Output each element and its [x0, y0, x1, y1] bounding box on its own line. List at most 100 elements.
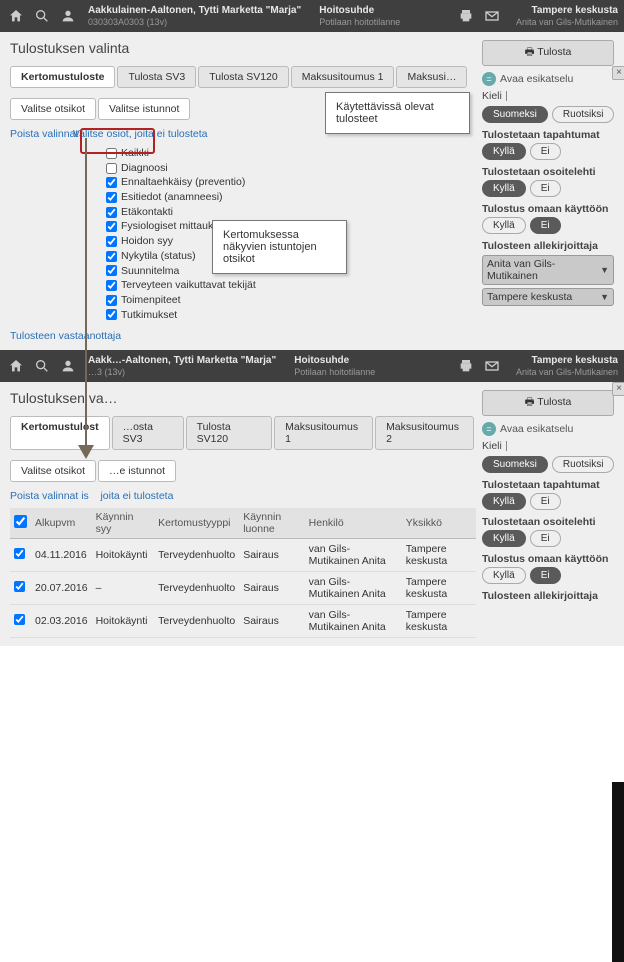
row-checkbox[interactable]	[14, 614, 25, 625]
relation-sub: Potilaan hoitotilanne	[319, 17, 400, 27]
search-icon[interactable]	[32, 356, 52, 376]
tab-kertomustuloste[interactable]: Kertomustuloste	[10, 66, 115, 88]
osoite-no-2[interactable]: Ei	[530, 530, 561, 547]
mail-icon[interactable]	[482, 6, 502, 26]
tab-maksu1[interactable]: Maksusitoumus 1	[291, 66, 395, 88]
printer-icon[interactable]	[456, 6, 476, 26]
table-row[interactable]: 02.03.2016HoitokäyntiTerveydenhuoltoSair…	[10, 605, 476, 638]
table-cell: 20.07.2016	[31, 572, 92, 605]
tapahtumat-no[interactable]: Ei	[530, 143, 561, 160]
right-panel-2: 🖶 Tulosta =Avaa esikatselu Kieli Suomeks…	[476, 390, 614, 638]
link-poista-2[interactable]: Poista valinnat is	[10, 490, 89, 502]
chk-diagnoosi[interactable]	[106, 163, 117, 174]
table-cell: Hoitokäynti	[92, 605, 155, 638]
home-icon[interactable]	[6, 356, 26, 376]
table-cell: Terveydenhuolto	[154, 539, 239, 572]
tab-sv120-2[interactable]: Tulosta SV120	[186, 416, 273, 450]
sec-omaan-2: Tulostus omaan käyttöön	[482, 553, 614, 565]
chk-tutkimukset[interactable]	[106, 309, 117, 320]
preview-label-2: Avaa esikatselu	[500, 423, 573, 435]
tapahtumat-yes-2[interactable]: Kyllä	[482, 493, 526, 510]
sub-tab-otsikot[interactable]: Valitse otsikot	[10, 98, 96, 120]
link-poista[interactable]: Poista valinnat	[10, 128, 78, 140]
print-button[interactable]: 🖶 Tulosta	[482, 40, 614, 66]
signer-select-1[interactable]: Anita van Gils-Mutikainen▼	[482, 255, 614, 285]
close-icon[interactable]: ×	[612, 66, 624, 80]
osoite-no[interactable]: Ei	[530, 180, 561, 197]
sec-allekirj: Tulosteen allekirjoittaja	[482, 240, 614, 252]
relation-block: Hoitosuhde Potilaan hoitotilanne	[319, 5, 400, 27]
chk-nykytila[interactable]	[106, 251, 117, 262]
omaan-yes[interactable]: Kyllä	[482, 217, 526, 234]
preview-row-2[interactable]: =Avaa esikatselu	[482, 422, 614, 436]
sub-tab-istunnot[interactable]: Valitse istunnot	[98, 98, 190, 120]
chk-fysio[interactable]	[106, 221, 117, 232]
th-luonne[interactable]: Käynnin luonne	[239, 508, 304, 539]
th-henkilo[interactable]: Henkilö	[305, 508, 402, 539]
chk-kaikki[interactable]	[106, 148, 117, 159]
row-checkbox[interactable]	[14, 548, 25, 559]
omaan-no[interactable]: Ei	[530, 217, 561, 234]
tapahtumat-no-2[interactable]: Ei	[530, 493, 561, 510]
lang-sv-2[interactable]: Ruotsiksi	[552, 456, 615, 473]
print-button-2[interactable]: 🖶 Tulosta	[482, 390, 614, 416]
tab-maksu2-2[interactable]: Maksusitoumus 2	[375, 416, 474, 450]
omaan-yes-2[interactable]: Kyllä	[482, 567, 526, 584]
user-icon[interactable]	[58, 356, 78, 376]
preview-label: Avaa esikatselu	[500, 73, 573, 85]
lang-sv[interactable]: Ruotsiksi	[552, 106, 615, 123]
th-alkupvm[interactable]: Alkupvm	[31, 508, 92, 539]
tab-sv3[interactable]: Tulosta SV3	[117, 66, 196, 88]
chk-label: Etäkontakti	[121, 205, 173, 220]
printer-icon[interactable]	[456, 356, 476, 376]
chk-esitiedot[interactable]	[106, 192, 117, 203]
row-checkbox[interactable]	[14, 581, 25, 592]
chk-toimenpiteet[interactable]	[106, 295, 117, 306]
close-icon-2[interactable]: ×	[612, 382, 624, 396]
chk-ennalta[interactable]	[106, 177, 117, 188]
mail-icon[interactable]	[482, 356, 502, 376]
chk-hoidon[interactable]	[106, 236, 117, 247]
org-block-2: Tampere keskusta Anita van Gils-Mutikain…	[516, 355, 618, 377]
sub-tab-istunnot-2[interactable]: …e istunnot	[98, 460, 176, 482]
th-syy[interactable]: Käynnin syy	[92, 508, 155, 539]
table-row[interactable]: 20.07.2016–TerveydenhuoltoSairausvan Gil…	[10, 572, 476, 605]
th-yksikko[interactable]: Yksikkö	[402, 508, 476, 539]
lang-fi-2[interactable]: Suomeksi	[482, 456, 548, 473]
omaan-no-2[interactable]: Ei	[530, 567, 561, 584]
tab-sv120[interactable]: Tulosta SV120	[198, 66, 289, 88]
print-button-label-2: Tulosta	[537, 396, 571, 408]
tab-sv3-2[interactable]: …osta SV3	[112, 416, 184, 450]
tab-maksu1-2[interactable]: Maksusitoumus 1	[274, 416, 373, 450]
tapahtumat-yes[interactable]: Kyllä	[482, 143, 526, 160]
search-icon[interactable]	[32, 6, 52, 26]
osoite-yes[interactable]: Kyllä	[482, 180, 526, 197]
table-row[interactable]: 04.11.2016HoitokäyntiTerveydenhuoltoSair…	[10, 539, 476, 572]
eye-icon: =	[482, 72, 496, 86]
lang-fi[interactable]: Suomeksi	[482, 106, 548, 123]
th-tyyppi[interactable]: Kertomustyyppi	[154, 508, 239, 539]
chk-tekijat[interactable]	[106, 280, 117, 291]
home-icon[interactable]	[6, 6, 26, 26]
signer-select-2[interactable]: Tampere keskusta▼	[482, 288, 614, 306]
user-icon[interactable]	[58, 6, 78, 26]
signer-1-label: Anita van Gils-Mutikainen	[487, 258, 600, 282]
relation-title-2: Hoitosuhde	[294, 355, 375, 367]
relation-title: Hoitosuhde	[319, 5, 400, 17]
preview-row[interactable]: = Avaa esikatselu	[482, 72, 614, 86]
sub-tab-otsikot-2[interactable]: Valitse otsikot	[10, 460, 96, 482]
top-tabs-2: Kertomustulost …osta SV3 Tulosta SV120 M…	[10, 416, 476, 450]
tab-maksu2[interactable]: Maksusi…	[396, 66, 467, 88]
table-cell: van Gils-Mutikainen Anita	[305, 539, 402, 572]
chk-etakontakti[interactable]	[106, 207, 117, 218]
select-all-checkbox[interactable]	[14, 515, 27, 528]
tab-kertomustuloste-2[interactable]: Kertomustulost	[10, 416, 110, 450]
osoite-yes-2[interactable]: Kyllä	[482, 530, 526, 547]
chk-suunnitelma[interactable]	[106, 265, 117, 276]
link-valitse-osiot[interactable]: Valitse osiot, joita ei tulosteta	[73, 128, 208, 140]
dark-strip	[612, 782, 624, 962]
table-cell: 02.03.2016	[31, 605, 92, 638]
link-osiot-2[interactable]: joita ei tulosteta	[100, 490, 173, 502]
top-tabs: Kertomustuloste Tulosta SV3 Tulosta SV12…	[10, 66, 476, 88]
user-sub: 030303A0303 (13v)	[88, 17, 301, 27]
